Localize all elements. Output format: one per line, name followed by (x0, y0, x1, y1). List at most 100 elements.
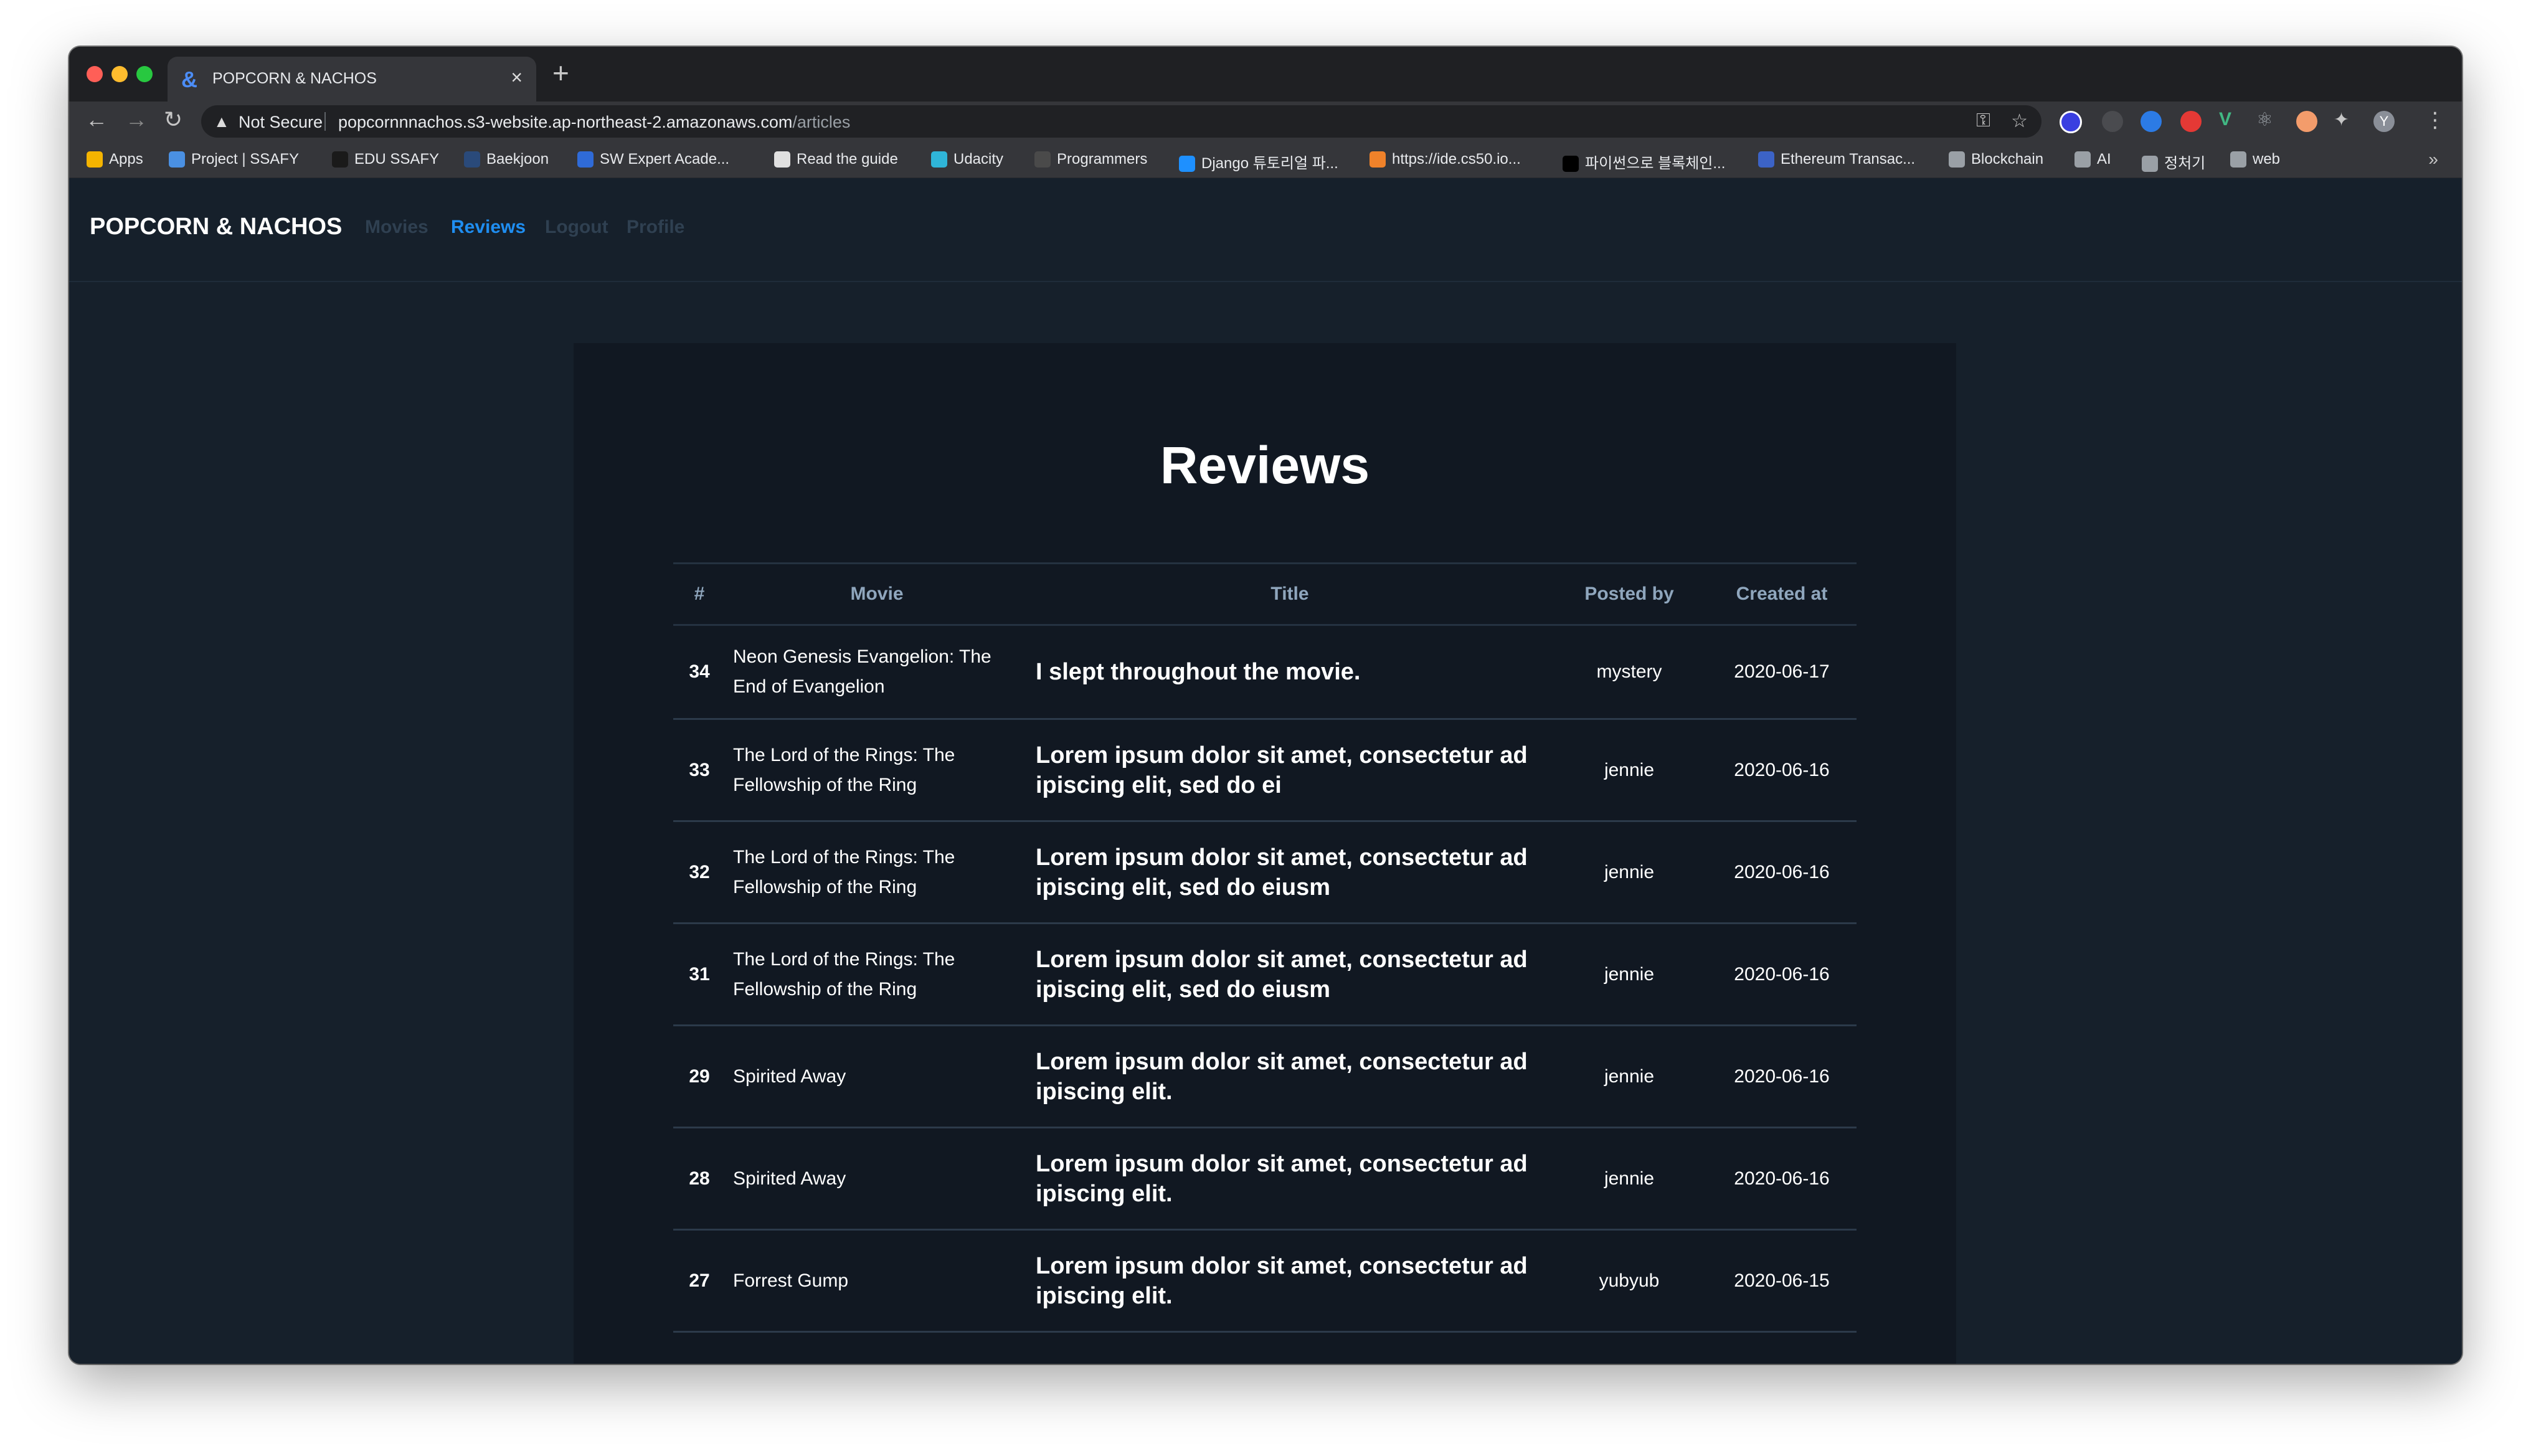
bookmark-label: Apps (109, 151, 143, 168)
bookmark-item[interactable]: SW Expert Acade... (577, 151, 729, 168)
close-window-button[interactable] (87, 66, 103, 82)
table-row[interactable]: 33 The Lord of the Rings: The Fellowship … (673, 719, 1857, 822)
site-navbar: POPCORN & NACHOS Movies Reviews Logout P… (69, 178, 2462, 282)
bookmark-item[interactable]: Blockchain (1949, 151, 2043, 168)
minimize-window-button[interactable] (111, 66, 128, 82)
review-author: jennie (1551, 923, 1707, 1026)
bookmark-label: Read the guide (797, 151, 898, 168)
key-icon[interactable]: ⚿ (1976, 110, 1990, 131)
bookmark-favicon-icon (1949, 151, 1965, 168)
bookmark-favicon-icon (1563, 156, 1579, 172)
bookmark-label: Django 튜토리얼 파... (1201, 155, 1338, 172)
bookmark-favicon-icon (931, 151, 947, 168)
warning-triangle-icon[interactable]: ▲ (214, 112, 230, 131)
bookmark-item[interactable]: Apps (87, 151, 143, 168)
browser-toolbar: ← → ↻ ▲ Not Secure popcornnnachos.s3-web… (69, 102, 2462, 142)
back-arrow-icon[interactable]: ← (85, 108, 108, 131)
close-tab-icon[interactable]: × (511, 66, 523, 89)
bookmarks-overflow-icon[interactable]: » (2428, 149, 2438, 169)
zoom-window-button[interactable] (136, 66, 153, 82)
menu-kebab-icon[interactable]: ⋮ (2425, 108, 2446, 133)
puzzle-extensions-icon[interactable]: ✦ (2334, 109, 2349, 131)
bookmark-item[interactable]: EDU SSAFY (332, 151, 439, 168)
bookmark-item[interactable]: Project | SSAFY (169, 151, 299, 168)
review-title-link[interactable]: Lorem ipsum dolor sit amet, consectetur … (1028, 923, 1551, 1026)
bookmark-label: Programmers (1057, 151, 1148, 168)
column-header-number: # (673, 562, 726, 626)
bookmark-item[interactable]: 파이썬으로 블록체인... (1563, 151, 1725, 173)
bookmark-label: Udacity (953, 151, 1004, 168)
address-bar[interactable]: ▲ Not Secure popcornnnachos.s3-website.a… (201, 105, 2041, 138)
url-text[interactable]: popcornnnachos.s3-website.ap-northeast-2… (338, 113, 850, 132)
extension-red-icon[interactable] (2180, 111, 2202, 132)
column-header-title: Title (1028, 562, 1551, 626)
table-row[interactable]: 29 Spirited Away Lorem ipsum dolor sit ame… (673, 1025, 1857, 1128)
extension-blue-icon[interactable] (2141, 111, 2162, 132)
bookmark-favicon-icon (332, 151, 348, 168)
bookmark-star-icon[interactable]: ☆ (2011, 110, 2028, 132)
ampersand-icon: & (181, 67, 197, 92)
table-row[interactable]: 27 Forrest Gump Lorem ipsum dolor sit amet… (673, 1229, 1857, 1333)
new-tab-button[interactable]: + (552, 59, 569, 87)
reload-icon[interactable]: ↻ (164, 108, 182, 131)
bookmark-favicon-icon (87, 151, 103, 168)
profile-avatar[interactable]: Y (2373, 111, 2395, 132)
bookmark-label: https://ide.cs50.io... (1392, 151, 1521, 168)
forward-arrow-icon[interactable]: → (125, 108, 148, 131)
review-movie: Forrest Gump (726, 1229, 1028, 1333)
table-row[interactable]: 28 Spirited Away Lorem ipsum dolor sit ame… (673, 1127, 1857, 1231)
bookmark-item[interactable]: Udacity (931, 151, 1003, 168)
react-devtools-icon[interactable]: ⚛ (2256, 109, 2273, 131)
browser-tab[interactable]: & POPCORN & NACHOS × (168, 57, 536, 102)
review-date: 2020-06-16 (1707, 1127, 1857, 1231)
bookmark-label: Project | SSAFY (191, 151, 299, 168)
table-row[interactable]: 32 The Lord of the Rings: The Fellowship … (673, 821, 1857, 924)
table-row[interactable]: 31 The Lord of the Rings: The Fellowship … (673, 923, 1857, 1026)
bookmark-item[interactable]: Ethereum Transac... (1758, 151, 1915, 168)
review-author: jennie (1551, 1025, 1707, 1128)
nav-link-logout[interactable]: Logout (545, 217, 608, 238)
nav-link-movies[interactable]: Movies (365, 217, 428, 238)
review-title-link[interactable]: Lorem ipsum dolor sit amet, consectetur … (1028, 821, 1551, 924)
review-movie: Spirited Away (726, 1025, 1028, 1128)
bookmark-favicon-icon (1179, 156, 1195, 172)
review-author: yubyub (1551, 1229, 1707, 1333)
bookmark-item[interactable]: https://ide.cs50.io... (1370, 151, 1521, 168)
review-date: 2020-06-16 (1707, 923, 1857, 1026)
bookmark-label: web (2253, 151, 2281, 168)
bookmark-favicon-icon (1758, 151, 1774, 168)
extension-orange-icon[interactable] (2296, 111, 2317, 132)
vue-devtools-icon[interactable]: V (2219, 109, 2231, 130)
bookmark-label: EDU SSAFY (354, 151, 440, 168)
table-row[interactable]: 34 Neon Genesis Evangelion: The End of Ev… (673, 625, 1857, 720)
bookmark-item[interactable]: Django 튜토리얼 파... (1179, 151, 1338, 173)
bookmark-item[interactable]: AI (2074, 151, 2111, 168)
bookmark-item[interactable]: Programmers (1034, 151, 1147, 168)
bookmark-favicon-icon (1034, 151, 1051, 168)
review-author: jennie (1551, 821, 1707, 924)
review-title-link[interactable]: Lorem ipsum dolor sit amet, consectetur … (1028, 1229, 1551, 1333)
review-id: 29 (673, 1025, 726, 1128)
bookmark-item[interactable]: web (2230, 151, 2280, 168)
tab-strip: & POPCORN & NACHOS × + (69, 47, 2462, 102)
review-title-link[interactable]: Lorem ipsum dolor sit amet, consectetur … (1028, 719, 1551, 822)
site-brand[interactable]: POPCORN & NACHOS (90, 214, 342, 240)
review-title-link[interactable]: I slept throughout the movie. (1028, 625, 1551, 720)
column-header-created-at: Created at (1707, 562, 1857, 626)
review-date: 2020-06-16 (1707, 719, 1857, 822)
extension-hexagon-icon[interactable] (2060, 111, 2082, 133)
review-date: 2020-06-16 (1707, 1025, 1857, 1128)
bookmark-item[interactable]: Baekjoon (464, 151, 549, 168)
bookmark-item[interactable]: 정처기 (2142, 151, 2205, 173)
nav-link-profile[interactable]: Profile (627, 217, 684, 238)
nav-link-reviews[interactable]: Reviews (451, 217, 526, 238)
security-status[interactable]: Not Secure (239, 113, 323, 132)
bookmark-item[interactable]: Read the guide (774, 151, 898, 168)
review-title-link[interactable]: Lorem ipsum dolor sit amet, consectetur … (1028, 1025, 1551, 1128)
review-title-link[interactable]: Lorem ipsum dolor sit amet, consectetur … (1028, 1127, 1551, 1231)
page-title: Reviews (1160, 436, 1370, 494)
reviews-card: Reviews # Movie Title Posted by Created (574, 343, 1956, 1364)
url-path: /articles (792, 113, 851, 131)
extension-gray-icon[interactable] (2102, 111, 2123, 132)
bookmarks-bar: » Apps Project | SSAFY EDU SSAFY Baekjoon SW… (69, 142, 2462, 178)
